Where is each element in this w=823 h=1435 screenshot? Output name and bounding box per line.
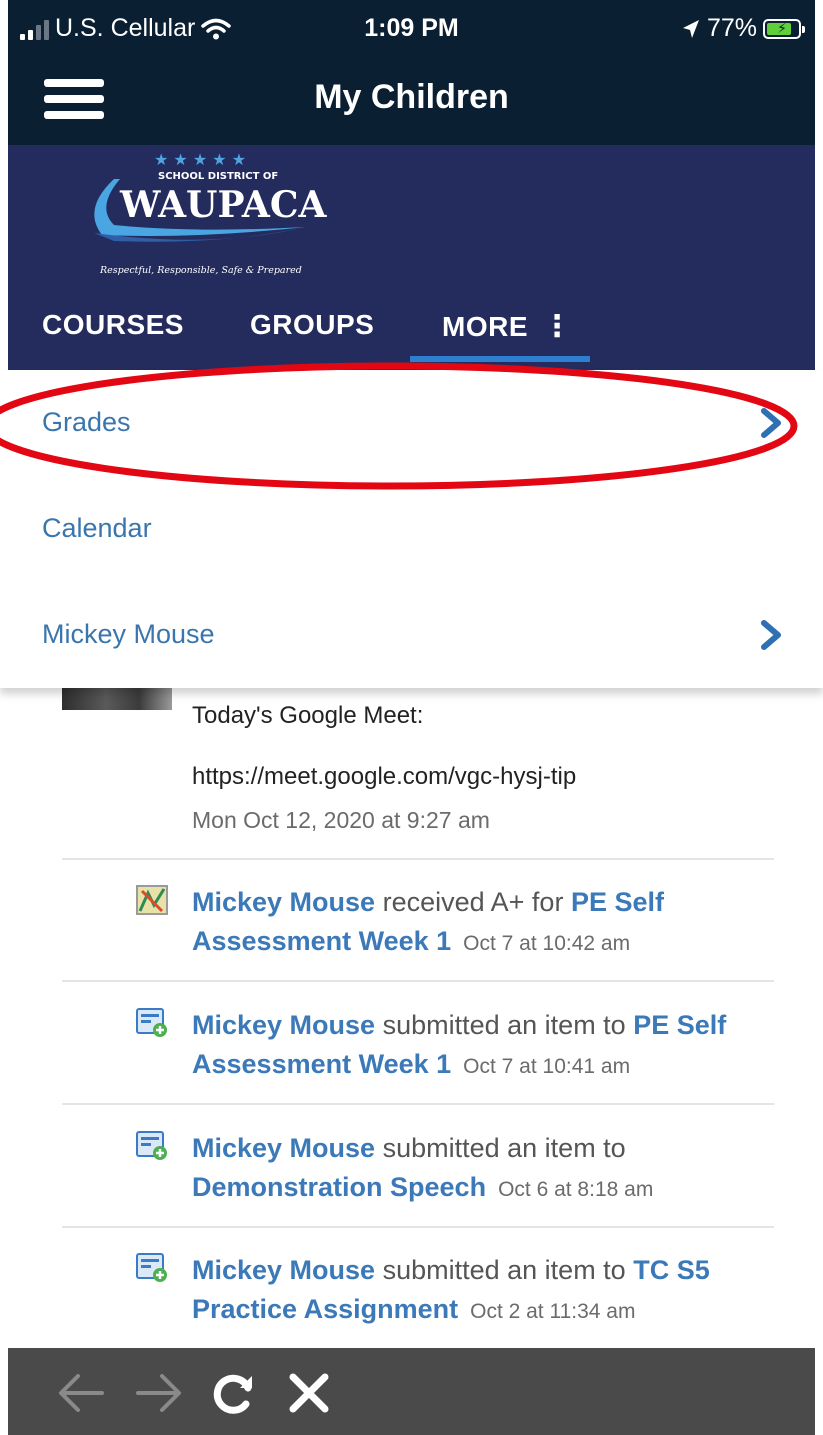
menu-item-grades[interactable]: Grades [0, 370, 823, 475]
status-bar: U.S. Cellular 1:09 PM 77% ⚡ [8, 14, 815, 48]
browser-nav-bar [8, 1348, 815, 1435]
more-dropdown-menu: Grades Calendar Mickey Mouse [0, 370, 823, 688]
reload-icon[interactable] [206, 1366, 260, 1420]
tab-courses[interactable]: COURSES [42, 309, 184, 341]
teacher-avatar [62, 688, 172, 710]
divider [62, 858, 774, 860]
activity-timestamp: Oct 2 at 11:34 am [470, 1300, 636, 1323]
battery-charging-icon: ⚡ [763, 18, 805, 39]
divider [62, 980, 774, 982]
chevron-right-icon [761, 620, 781, 650]
divider [62, 1103, 774, 1105]
activity-text: Mickey Mouse received A+ for PE Self Ass… [192, 883, 782, 963]
tab-bar: COURSES GROUPS MORE ⋮ [8, 303, 815, 363]
grade-icon [136, 885, 168, 915]
school-district-logo: ★ ★ ★ ★ ★ SCHOOL DISTRICT OF WAUPACA Res… [94, 150, 327, 276]
activity-timestamp: Oct 7 at 10:42 am [463, 932, 631, 955]
submission-icon [136, 1008, 167, 1037]
menu-item-label: Calendar [42, 513, 152, 543]
page-title: My Children [314, 78, 509, 116]
app-top-bar: U.S. Cellular 1:09 PM 77% ⚡ My Children [8, 0, 815, 145]
school-header: ★ ★ ★ ★ ★ SCHOOL DISTRICT OF WAUPACA Res… [8, 145, 815, 370]
tab-more[interactable]: MORE ⋮ [442, 309, 573, 344]
activity-timestamp: Oct 6 at 8:18 am [498, 1178, 654, 1201]
close-icon[interactable] [282, 1366, 336, 1420]
logo-tagline: Respectful, Responsible, Safe & Prepared [99, 265, 302, 276]
post-text: Today's Google Meet: [192, 702, 424, 729]
activity-verb: submitted an item to [375, 1255, 634, 1285]
student-link[interactable]: Mickey Mouse [192, 1010, 375, 1040]
activity-text: Mickey Mouse submitted an item to PE Sel… [192, 1006, 782, 1086]
post-link-text: https://meet.google.com/vgc-hysj-tip [192, 763, 577, 790]
activity-text: Mickey Mouse submitted an item to Demons… [192, 1129, 782, 1209]
menu-item-label: Grades [42, 407, 131, 437]
logo-name: WAUPACA [119, 184, 327, 226]
location-arrow-icon [682, 19, 699, 38]
menu-item-child[interactable]: Mickey Mouse [0, 582, 823, 687]
battery-percent: 77% [706, 14, 757, 42]
student-link[interactable]: Mickey Mouse [192, 1255, 375, 1285]
activity-verb: submitted an item to [375, 1010, 634, 1040]
chevron-right-icon [761, 408, 781, 438]
tab-groups[interactable]: GROUPS [250, 309, 374, 341]
tab-more-label: MORE [442, 311, 528, 342]
post-date: Mon Oct 12, 2020 at 9:27 am [192, 807, 490, 833]
student-link[interactable]: Mickey Mouse [192, 1133, 375, 1163]
forward-arrow-icon[interactable] [132, 1366, 186, 1420]
activity-feed: Today's Google Meet: https://meet.google… [0, 688, 823, 1348]
submission-icon [136, 1253, 167, 1282]
menu-item-calendar[interactable]: Calendar [0, 476, 823, 581]
back-arrow-icon[interactable] [54, 1366, 108, 1420]
submission-icon [136, 1131, 167, 1160]
status-right: 77% ⚡ [681, 14, 805, 43]
assignment-link[interactable]: Demonstration Speech [192, 1172, 486, 1202]
divider [62, 1226, 774, 1228]
activity-text: Mickey Mouse submitted an item to TC S5 … [192, 1251, 782, 1331]
kebab-icon: ⋮ [542, 310, 573, 343]
activity-verb: received A+ for [375, 887, 571, 917]
activity-timestamp: Oct 7 at 10:41 am [463, 1055, 631, 1078]
active-tab-indicator [410, 356, 590, 362]
logo-top-text: SCHOOL DISTRICT OF [158, 171, 278, 182]
activity-verb: submitted an item to [375, 1133, 626, 1163]
student-link[interactable]: Mickey Mouse [192, 887, 375, 917]
svg-text:★ ★ ★ ★ ★: ★ ★ ★ ★ ★ [154, 150, 246, 169]
menu-item-label: Mickey Mouse [42, 619, 215, 649]
